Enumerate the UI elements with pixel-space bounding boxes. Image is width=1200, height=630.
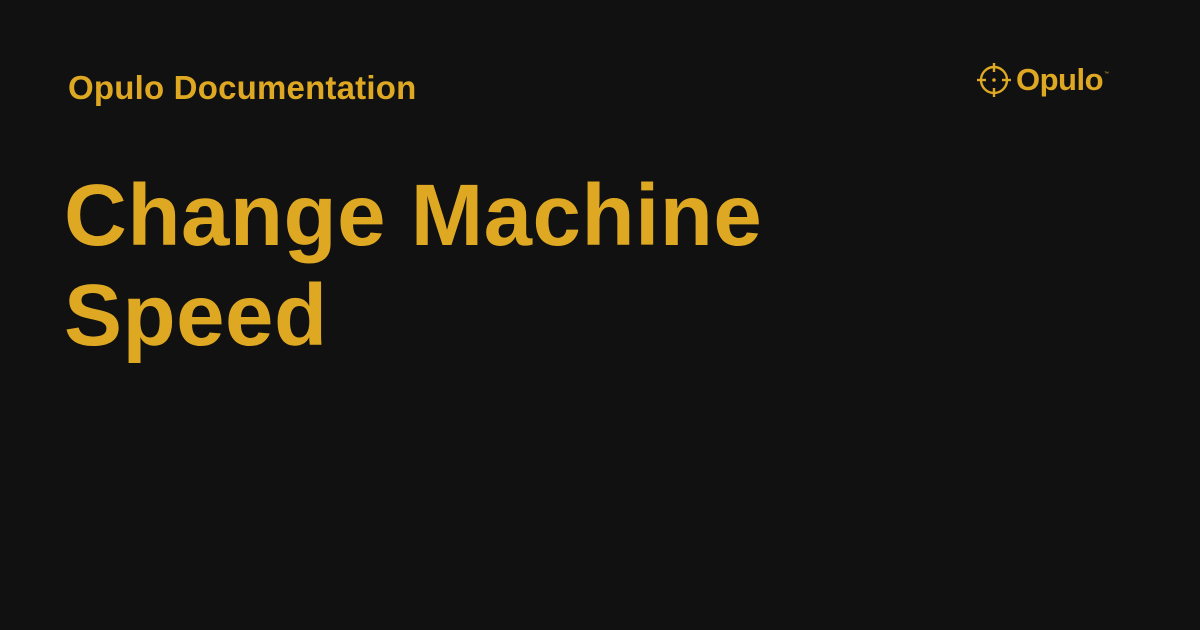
page-title-line-1: Change Machine (64, 167, 763, 264)
opulo-logo: Opulo ™ (976, 62, 1109, 98)
page-title: Change Machine Speed (64, 166, 1064, 366)
crosshair-icon (977, 63, 1011, 97)
page-title-line-2: Speed (64, 267, 328, 364)
site-name: Opulo Documentation (68, 69, 417, 106)
logo-trademark: ™ (1104, 71, 1110, 77)
logo-wordmark: Opulo (1016, 62, 1104, 97)
